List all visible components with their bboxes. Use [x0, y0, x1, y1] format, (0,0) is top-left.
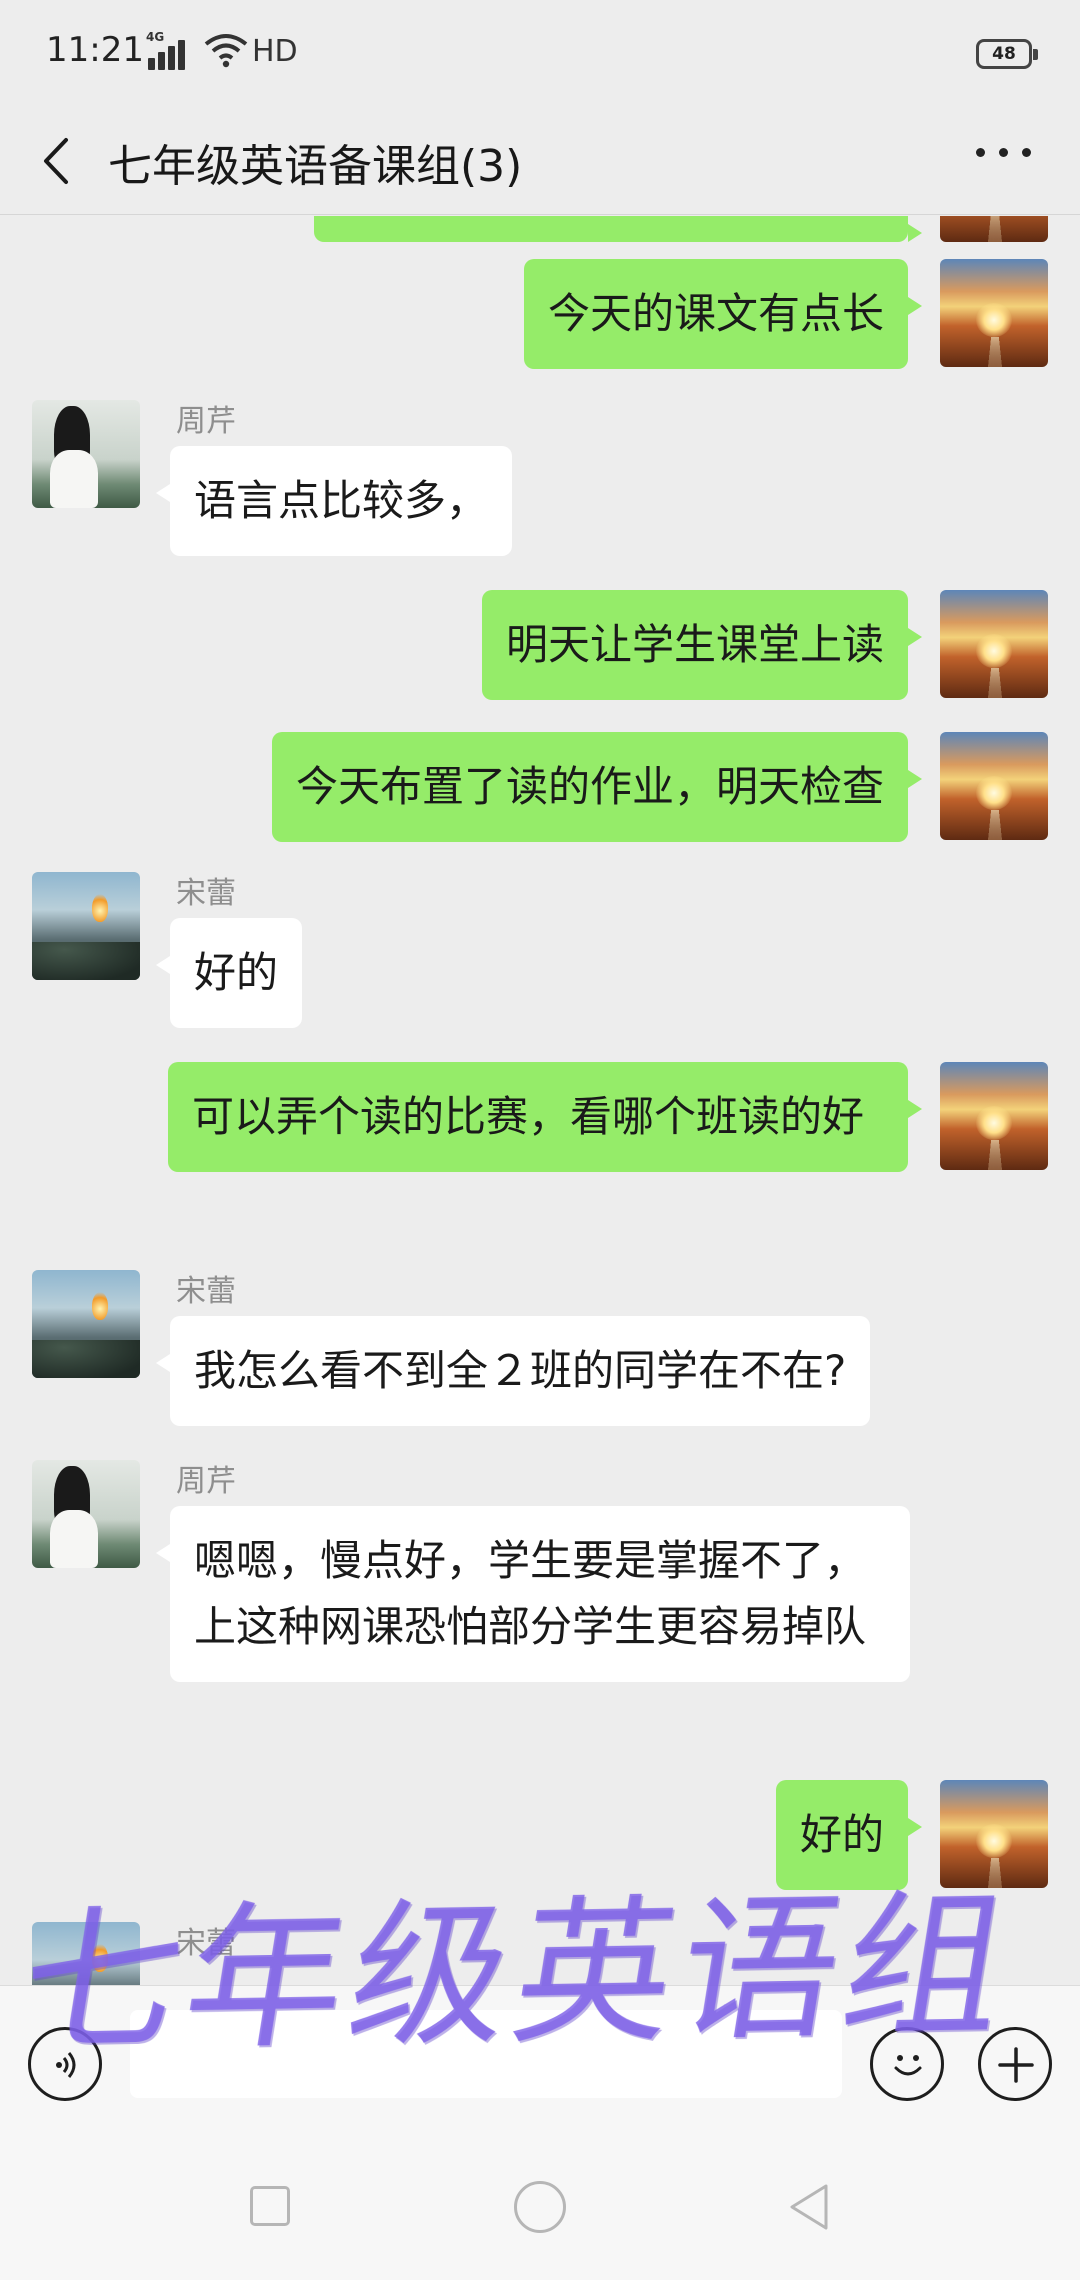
emoji-button[interactable] [870, 2027, 944, 2101]
chevron-left-icon[interactable] [38, 134, 72, 188]
page-title: 七年级英语备课组(3) [108, 141, 523, 192]
avatar-self[interactable] [940, 590, 1048, 698]
wifi-icon [204, 34, 248, 68]
message-bubble[interactable]: 我怎么看不到全２班的同学在不在? [155, 1316, 871, 1426]
status-time: 11:21 [46, 30, 144, 70]
status-bar: 11:21 4G HD 48 [0, 0, 1080, 110]
back-icon[interactable] [786, 2182, 832, 2232]
home-icon[interactable] [514, 2181, 566, 2233]
sender-name: 宋蕾 [176, 1926, 236, 1961]
avatar-song[interactable] [32, 1270, 140, 1378]
avatar-self[interactable] [940, 1062, 1048, 1170]
message-bubble[interactable]: 今天布置了读的作业，明天检查 [271, 732, 923, 842]
emoji-icon [894, 2055, 922, 2076]
message-bubble[interactable] [314, 216, 922, 242]
sender-name: 周芹 [176, 1464, 236, 1499]
message-input[interactable] [130, 2010, 842, 2098]
voice-button[interactable] [28, 2027, 102, 2101]
avatar-self[interactable] [940, 732, 1048, 840]
more-dots-icon[interactable] [976, 148, 1032, 162]
message-bubble[interactable]: 今天的课文有点长 [523, 259, 923, 369]
avatar-self[interactable] [940, 216, 1048, 242]
system-nav-bar [0, 2140, 1080, 2280]
battery-icon: 48 [976, 39, 1038, 69]
voice-icon [56, 2052, 76, 2078]
message-bubble[interactable]: 语言点比较多， [155, 446, 513, 556]
sender-name: 周芹 [176, 404, 236, 439]
plus-icon [998, 2047, 1034, 2083]
avatar-self[interactable] [940, 259, 1048, 367]
input-bar [0, 1985, 1080, 2140]
sender-name: 宋蕾 [176, 1274, 236, 1309]
recent-apps-icon[interactable] [250, 2186, 290, 2226]
avatar-zhou[interactable] [32, 1460, 140, 1568]
network-type-label: 4G [146, 30, 165, 44]
hd-label: HD [252, 34, 298, 69]
message-list[interactable]: 今天的课文有点长 周芹 语言点比较多， 明天让学生课堂上读 今天布置了读的作业，… [0, 216, 1080, 1986]
avatar-self[interactable] [940, 1780, 1048, 1888]
message-bubble[interactable]: 明天让学生课堂上读 [481, 590, 923, 700]
message-bubble[interactable]: 好的 [775, 1780, 923, 1890]
sender-name: 宋蕾 [176, 876, 236, 911]
message-bubble[interactable]: 好的 [155, 918, 303, 1028]
title-bar: 七年级英语备课组(3) [0, 110, 1080, 215]
avatar-song[interactable] [32, 872, 140, 980]
message-bubble[interactable]: 可以弄个读的比赛，看哪个班读的好 [168, 1062, 922, 1172]
cellular-signal-icon: 4G [146, 30, 190, 70]
message-bubble[interactable]: 嗯嗯，慢点好，学生要是掌握不了，上这种网课恐怕部分学生更容易掉队 [156, 1506, 910, 1682]
avatar-song[interactable] [32, 1922, 140, 1986]
plus-button[interactable] [978, 2027, 1052, 2101]
avatar-zhou[interactable] [32, 400, 140, 508]
